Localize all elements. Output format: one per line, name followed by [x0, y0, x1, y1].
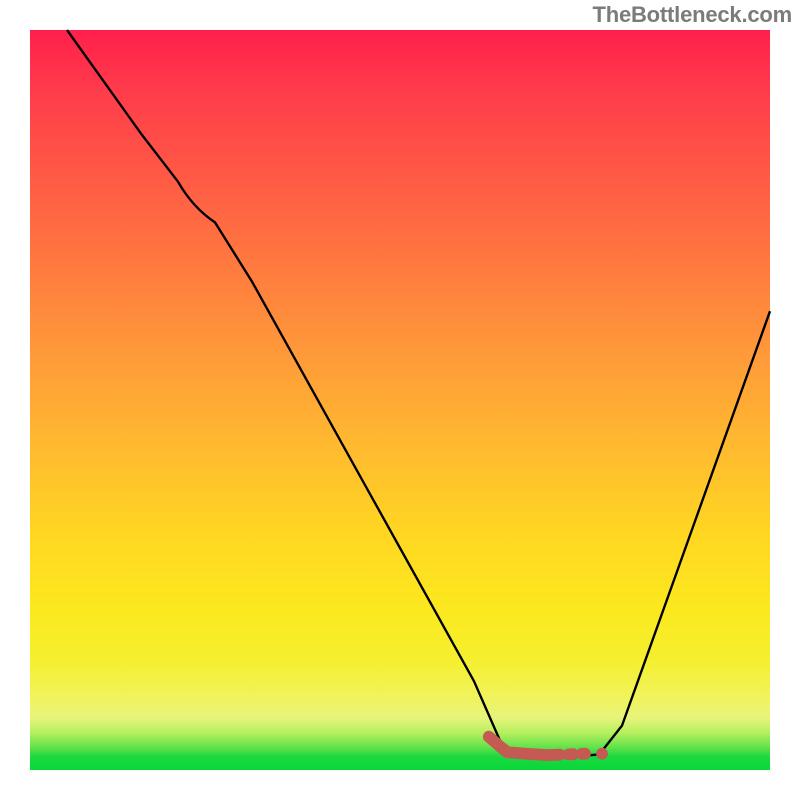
accent-segment-solid-head [489, 737, 548, 756]
accent-segment-dashed [548, 754, 585, 755]
chart-container [0, 0, 800, 800]
plot-area [30, 30, 770, 770]
black-curve [67, 30, 770, 755]
accent-trailing-dot [596, 748, 608, 760]
curve-layer [30, 30, 770, 770]
watermark-text: TheBottleneck.com [592, 2, 792, 28]
